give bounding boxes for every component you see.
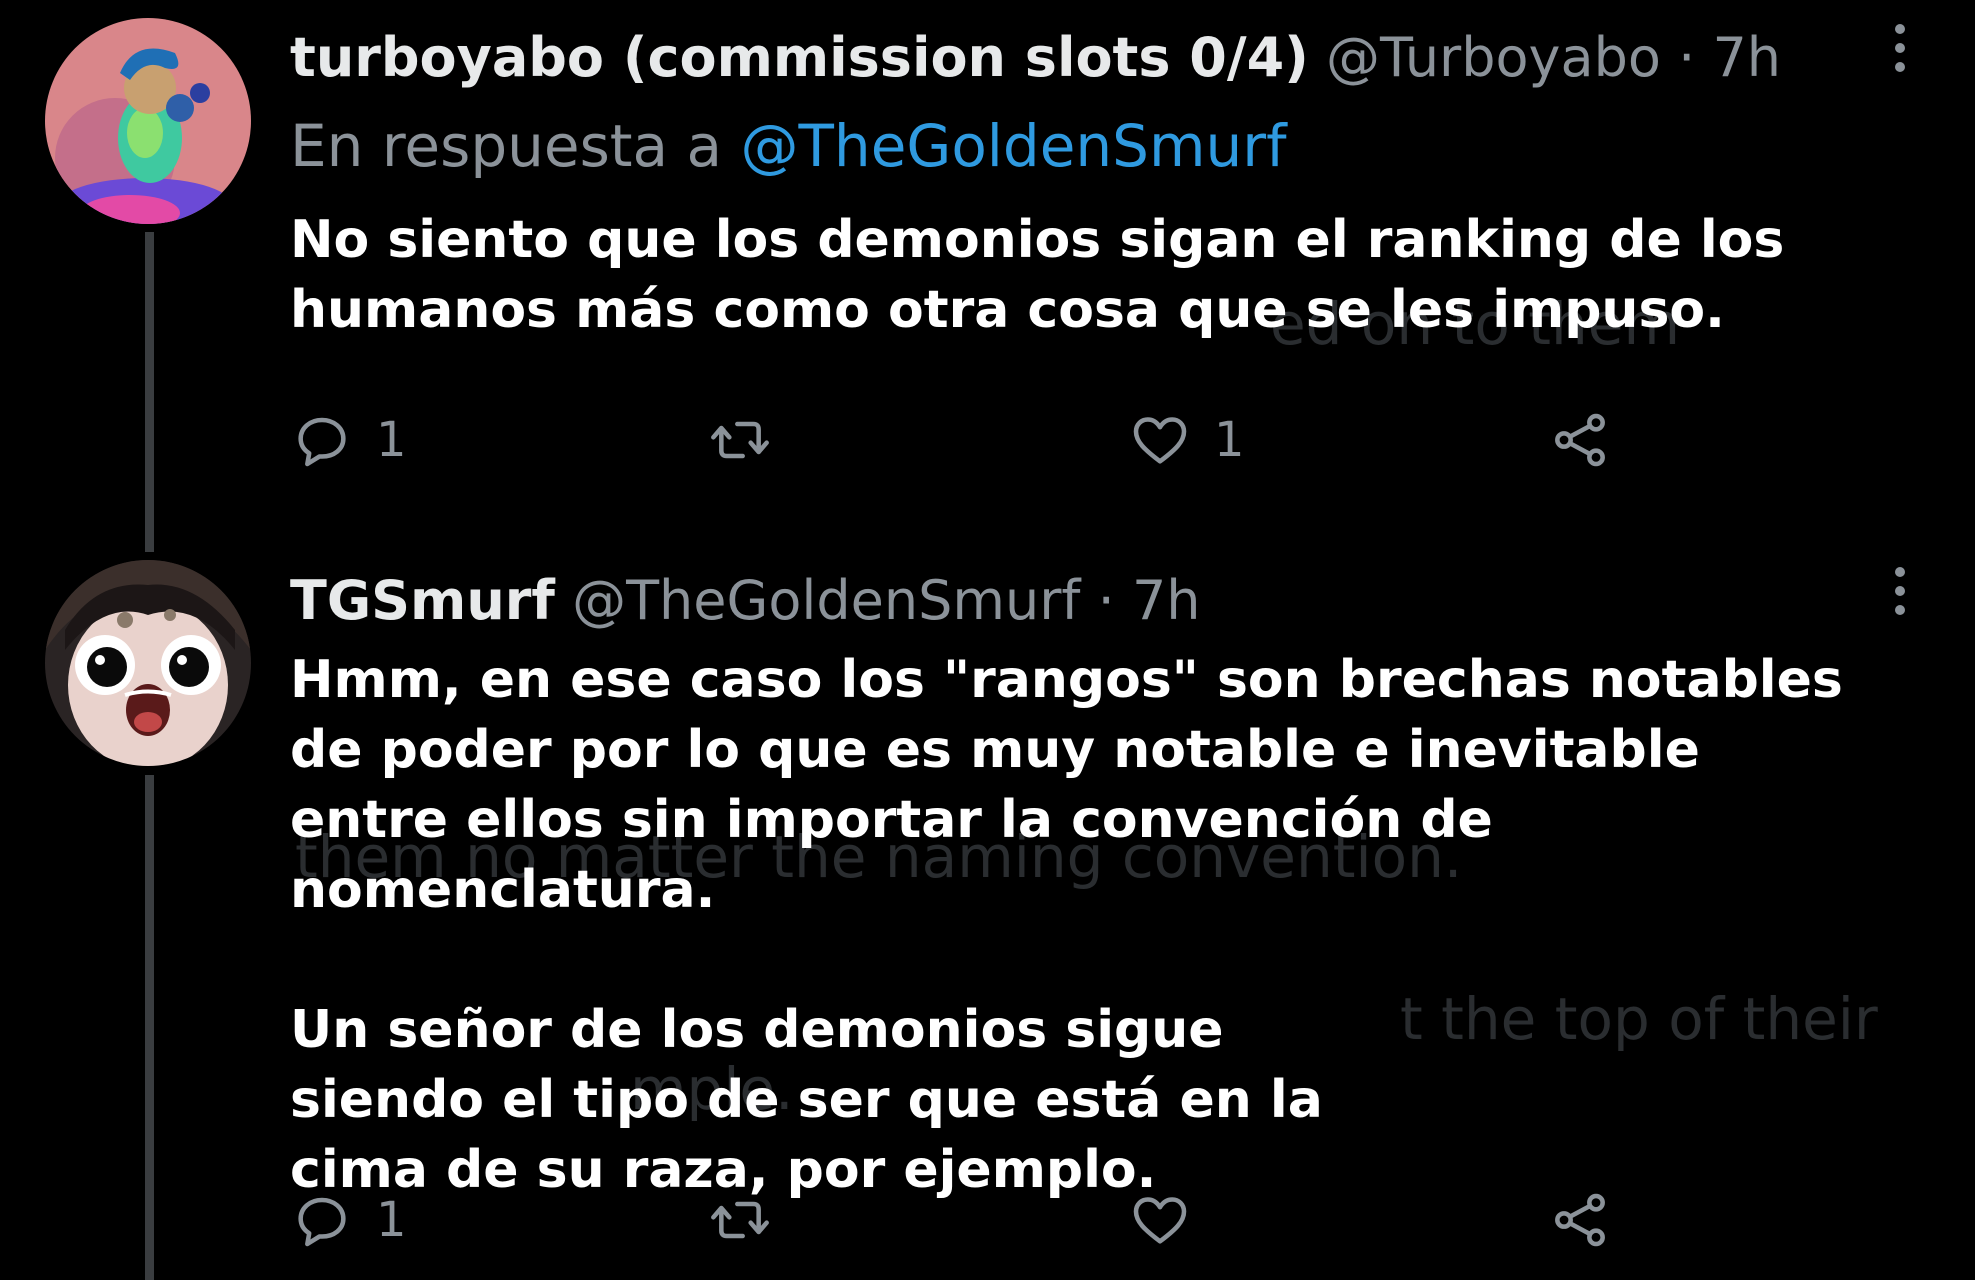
heart-icon (1133, 417, 1187, 464)
retweet-arrows-icon (711, 1201, 769, 1239)
avatar-tgsmurf-image (45, 560, 251, 766)
user-handle[interactable]: @TheGoldenSmurf (572, 569, 1080, 632)
tweet-tgsmurf[interactable]: TGSmurf @TheGoldenSmurf · 7h them no mat… (0, 545, 1975, 1280)
tweet-body: No siento que los demonios sigan el rank… (290, 205, 1850, 345)
retweet-button[interactable] (708, 405, 794, 475)
like-button[interactable]: 1 (1128, 405, 1245, 475)
vertical-ellipsis-icon (1895, 24, 1905, 34)
retweet-button[interactable] (708, 1185, 794, 1255)
tweet-body: Hmm, en ese caso los "rangos" son brecha… (290, 645, 1850, 1205)
tweet-paragraph: Un señor de los demonios sigue siendo el… (290, 1000, 1323, 1200)
avatar-turboyabo[interactable] (45, 18, 251, 224)
vertical-ellipsis-icon (1895, 62, 1905, 72)
more-options-button[interactable] (1880, 555, 1920, 627)
speech-bubble-icon (298, 1197, 346, 1247)
tweet-header: turboyabo (commission slots 0/4) @Turboy… (290, 22, 1781, 94)
tweet-paragraph: No siento que los demonios sigan el rank… (290, 210, 1785, 340)
tweet-header: TGSmurf @TheGoldenSmurf · 7h (290, 565, 1201, 637)
timestamp[interactable]: 7h (1712, 26, 1781, 89)
tweet-turboyabo[interactable]: turboyabo (commission slots 0/4) @Turboy… (0, 0, 1975, 545)
share-button[interactable] (1548, 1185, 1612, 1255)
vertical-ellipsis-icon (1895, 586, 1905, 596)
display-name[interactable]: turboyabo (commission slots 0/4) (290, 26, 1309, 89)
reply-button[interactable]: 1 (290, 405, 407, 475)
reply-context: En respuesta a @TheGoldenSmurf (290, 110, 1287, 182)
timestamp[interactable]: 7h (1132, 569, 1201, 632)
avatar-turboyabo-image (45, 18, 251, 224)
tweet-actions: 1 1 (290, 405, 1690, 475)
avatar-tgsmurf[interactable] (45, 560, 251, 766)
separator-dot: · (1097, 569, 1115, 632)
user-handle[interactable]: @Turboyabo (1326, 26, 1661, 89)
more-options-button[interactable] (1880, 12, 1920, 84)
vertical-ellipsis-icon (1895, 43, 1905, 53)
tweet-actions: 1 (290, 1185, 1690, 1255)
reply-mention-link[interactable]: @TheGoldenSmurf (741, 112, 1287, 180)
separator-dot: · (1678, 26, 1696, 89)
reply-count: 1 (376, 412, 407, 468)
tweet-paragraph: Hmm, en ese caso los "rangos" son brecha… (290, 650, 1843, 920)
like-button[interactable] (1128, 1185, 1214, 1255)
share-button[interactable] (1548, 405, 1612, 475)
vertical-ellipsis-icon (1895, 567, 1905, 577)
share-icon (1555, 413, 1605, 467)
like-count: 1 (1214, 412, 1245, 468)
display-name[interactable]: TGSmurf (290, 569, 555, 632)
reply-button[interactable]: 1 (290, 1185, 407, 1255)
reply-prefix: En respuesta a (290, 112, 723, 180)
share-icon (1555, 1193, 1605, 1247)
heart-icon (1133, 1197, 1187, 1244)
speech-bubble-icon (298, 417, 346, 467)
retweet-arrows-icon (711, 421, 769, 459)
vertical-ellipsis-icon (1895, 605, 1905, 615)
reply-count: 1 (376, 1192, 407, 1248)
